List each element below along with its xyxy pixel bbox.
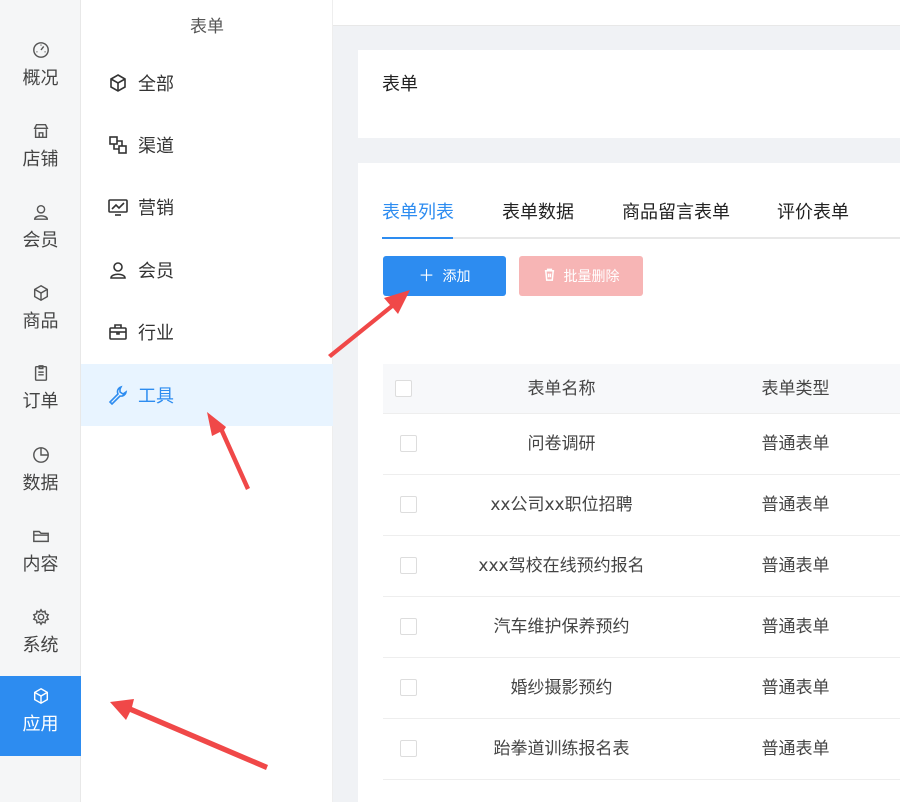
subnav-item-channel[interactable]: 渠道	[81, 114, 333, 176]
subnav-title: 表单	[190, 17, 224, 37]
store-icon	[31, 121, 51, 141]
row-checkbox[interactable]	[400, 557, 417, 574]
table-row: 婚纱摄影预约 普通表单	[383, 658, 900, 719]
rail-item-product[interactable]: 商品	[0, 273, 81, 353]
column-header-type: 表单类型	[761, 379, 830, 399]
user-icon	[31, 202, 51, 222]
rail-item-order[interactable]: 订单	[0, 353, 81, 433]
main-nav-rail: 概况 店铺 会员 商品 订单 数据 内容 系统 应用	[0, 0, 81, 802]
table-row: 问卷调研 普通表单	[383, 414, 900, 475]
form-name-cell: xx公司xx职位招聘	[490, 495, 633, 515]
form-type-cell: 普通表单	[761, 495, 830, 515]
form-type-cell: 普通表单	[761, 739, 830, 759]
row-checkbox[interactable]	[400, 740, 417, 757]
app-root: 概况 店铺 会员 商品 订单 数据 内容 系统 应用 表单 全部 渠道 营销 会…	[0, 0, 900, 802]
rail-item-label: 系统	[22, 635, 59, 656]
subnav-item-label: 营销	[138, 198, 174, 219]
subnav-item-label: 渠道	[138, 136, 174, 157]
rail-item-overview[interactable]: 概况	[0, 30, 81, 110]
row-checkbox[interactable]	[400, 679, 417, 696]
rail-item-data[interactable]: 数据	[0, 435, 81, 515]
user-icon	[106, 258, 130, 282]
tab-form-data[interactable]: 表单数据	[502, 199, 574, 239]
form-name-cell: 问卷调研	[527, 434, 596, 454]
subnav-item-marketing[interactable]: 营销	[81, 176, 333, 238]
header-card: 表单	[358, 50, 900, 138]
select-all-checkbox[interactable]	[395, 380, 412, 397]
rail-item-label: 内容	[22, 554, 59, 575]
briefcase-icon	[106, 320, 130, 344]
cube-icon	[31, 686, 51, 706]
rail-item-content[interactable]: 内容	[0, 516, 81, 596]
add-button-label: 添加	[442, 269, 471, 285]
subnav-item-label: 工具	[138, 386, 174, 407]
form-type-cell: 普通表单	[761, 617, 830, 637]
subnav-item-tools[interactable]: 工具	[81, 364, 333, 426]
rail-item-label: 订单	[22, 391, 59, 412]
plus-icon: ＋	[418, 266, 435, 285]
tab-bar: 表单列表 表单数据 商品留言表单 评价表单	[382, 199, 900, 239]
rail-item-store[interactable]: 店铺	[0, 111, 81, 191]
rail-item-label: 应用	[22, 714, 59, 735]
add-button[interactable]: ＋ 添加	[383, 256, 506, 296]
box-icon	[31, 283, 51, 303]
subnav-item-label: 行业	[138, 323, 174, 344]
form-type-cell: 普通表单	[761, 678, 830, 698]
page-title: 表单	[382, 74, 418, 95]
table-row: xxx驾校在线预约报名 普通表单	[383, 536, 900, 597]
table-row: 跆拳道训练报名表 普通表单	[383, 719, 900, 780]
form-name-cell: xxx驾校在线预约报名	[478, 556, 645, 576]
pie-icon	[31, 445, 51, 465]
rail-item-apps[interactable]: 应用	[0, 676, 81, 756]
secondary-nav: 表单 全部 渠道 营销 会员 行业 工具	[81, 0, 333, 802]
gear-icon	[31, 607, 51, 627]
cube-icon	[106, 71, 130, 95]
subnav-item-industry[interactable]: 行业	[81, 301, 333, 363]
gauge-icon	[31, 40, 51, 60]
clipboard-icon	[31, 363, 51, 383]
column-header-name: 表单名称	[527, 379, 596, 399]
rail-item-label: 商品	[22, 311, 59, 332]
top-bar	[333, 0, 900, 26]
table-header: 表单名称 表单类型	[383, 364, 900, 414]
trash-icon	[543, 268, 556, 284]
batch-delete-button[interactable]: 批量删除	[519, 256, 643, 296]
tab-form-list[interactable]: 表单列表	[382, 199, 454, 239]
forms-table: 表单名称 表单类型 问卷调研 普通表单 xx公司xx职位招聘 普通表单 xxx驾…	[383, 364, 900, 780]
chart-monitor-icon	[106, 195, 130, 219]
tab-product-message-form[interactable]: 商品留言表单	[622, 199, 730, 239]
rail-item-label: 数据	[22, 473, 59, 494]
rail-item-label: 会员	[22, 230, 59, 251]
form-type-cell: 普通表单	[761, 434, 830, 454]
channel-icon	[106, 133, 130, 157]
rail-item-label: 概况	[22, 68, 59, 89]
table-row: 汽车维护保养预约 普通表单	[383, 597, 900, 658]
subnav-item-member[interactable]: 会员	[81, 239, 333, 301]
wrench-icon	[106, 383, 130, 407]
row-checkbox[interactable]	[400, 435, 417, 452]
form-type-cell: 普通表单	[761, 556, 830, 576]
form-name-cell: 汽车维护保养预约	[493, 617, 630, 637]
rail-item-member[interactable]: 会员	[0, 192, 81, 272]
main-card: 表单列表 表单数据 商品留言表单 评价表单 ＋ 添加 批量删除 表单名称 表单类…	[358, 163, 900, 802]
batch-delete-button-label: 批量删除	[563, 269, 620, 285]
form-name-cell: 婚纱摄影预约	[510, 678, 613, 698]
table-row: xx公司xx职位招聘 普通表单	[383, 475, 900, 536]
folder-icon	[31, 526, 51, 546]
subnav-item-all[interactable]: 全部	[81, 52, 333, 114]
rail-item-system[interactable]: 系统	[0, 597, 81, 677]
subnav-item-label: 会员	[138, 261, 174, 282]
rail-item-label: 店铺	[22, 149, 59, 170]
row-checkbox[interactable]	[400, 618, 417, 635]
tab-review-form[interactable]: 评价表单	[777, 199, 849, 239]
form-name-cell: 跆拳道训练报名表	[493, 739, 630, 759]
subnav-item-label: 全部	[138, 74, 174, 95]
row-checkbox[interactable]	[400, 496, 417, 513]
active-tab-indicator	[382, 237, 453, 239]
